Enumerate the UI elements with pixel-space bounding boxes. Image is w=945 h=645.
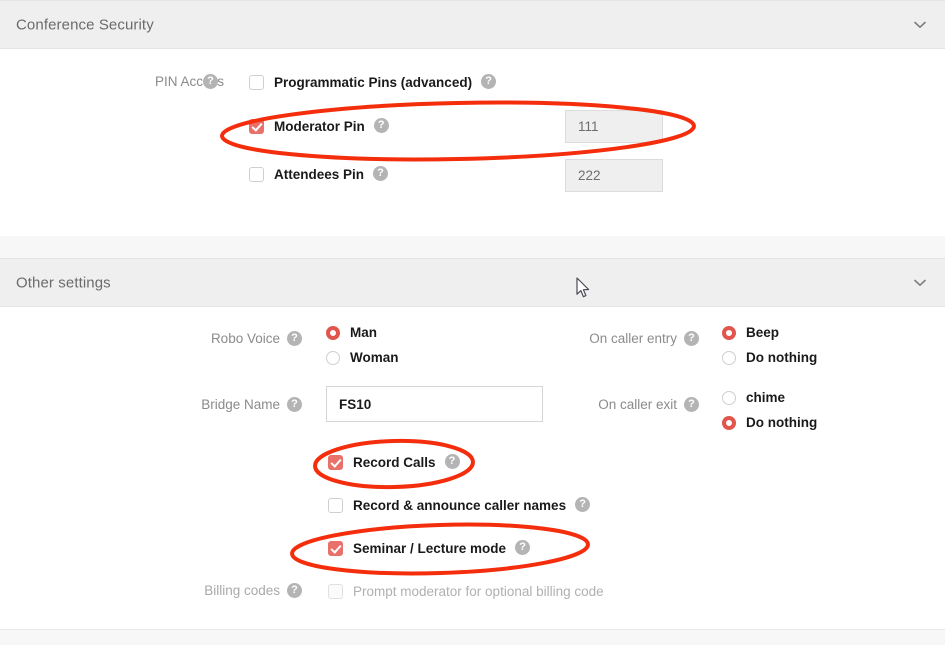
moderator-pin-help-icon[interactable]: ? <box>373 118 389 133</box>
seminar-lecture-mode-label: Seminar / Lecture mode <box>353 541 507 556</box>
checkbox-moderator-pin[interactable]: Moderator Pin ? <box>249 118 389 134</box>
programmatic-pins-label: Programmatic Pins (advanced) <box>274 75 473 90</box>
on-caller-exit-help-icon[interactable]: ? <box>684 397 699 412</box>
chevron-down-icon[interactable] <box>913 18 927 32</box>
attendees-pin-input[interactable] <box>565 159 663 192</box>
radio-robo-voice-man[interactable]: Man <box>326 325 377 340</box>
checkbox-record-announce-caller-names[interactable]: Record & announce caller names ? <box>328 497 591 513</box>
on-caller-exit-do-nothing-radio[interactable] <box>722 415 736 430</box>
record-calls-label: Record Calls <box>353 455 436 470</box>
bridge-name-help-icon[interactable]: ? <box>287 397 302 412</box>
robo-voice-man-label: Man <box>350 325 377 340</box>
attendees-pin-checkbox-box[interactable] <box>249 167 264 182</box>
settings-page: Conference Security PIN Access ? Program… <box>0 0 945 645</box>
other-settings-header[interactable]: Other settings <box>0 258 945 307</box>
moderator-pin-input[interactable] <box>565 110 663 143</box>
prompt-moderator-billing-code-checkbox-box <box>328 584 343 599</box>
programmatic-pins-help-icon[interactable]: ? <box>481 74 497 89</box>
radio-on-caller-entry-beep[interactable]: Beep <box>722 325 779 340</box>
radio-on-caller-exit-do-nothing[interactable]: Do nothing <box>722 415 817 430</box>
other-settings-title: Other settings <box>16 274 111 291</box>
record-announce-caller-names-label: Record & announce caller names <box>353 498 567 513</box>
conference-security-header[interactable]: Conference Security <box>0 0 945 49</box>
radio-on-caller-exit-chime[interactable]: chime <box>722 390 785 405</box>
seminar-lecture-mode-help-icon[interactable]: ? <box>515 540 531 555</box>
programmatic-pins-checkbox-box[interactable] <box>249 75 264 90</box>
record-calls-checkbox-box[interactable] <box>328 455 343 470</box>
on-caller-entry-help-icon[interactable]: ? <box>684 331 699 346</box>
moderator-pin-checkbox-box[interactable] <box>249 119 264 134</box>
on-caller-entry-do-nothing-radio[interactable] <box>722 350 736 365</box>
pin-access-label: PIN Access <box>154 74 224 89</box>
on-caller-exit-chime-radio[interactable] <box>722 390 736 405</box>
checkbox-record-calls[interactable]: Record Calls ? <box>328 454 460 470</box>
attendees-pin-help-icon[interactable]: ? <box>373 166 389 181</box>
robo-voice-woman-radio[interactable] <box>326 350 340 365</box>
radio-robo-voice-woman[interactable]: Woman <box>326 350 399 365</box>
robo-voice-help-icon[interactable]: ? <box>287 331 302 346</box>
bridge-name-label: Bridge Name <box>201 397 280 412</box>
billing-codes-label: Billing codes <box>204 583 280 598</box>
conference-security-body: PIN Access ? Programmatic Pins (advanced… <box>0 49 945 236</box>
robo-voice-woman-label: Woman <box>350 350 399 365</box>
prompt-moderator-billing-code-label: Prompt moderator for optional billing co… <box>353 584 604 599</box>
chevron-down-icon-2[interactable] <box>913 276 927 290</box>
record-announce-caller-names-checkbox-box[interactable] <box>328 498 343 513</box>
attendees-pin-label: Attendees Pin <box>274 167 365 182</box>
record-announce-caller-names-help-icon[interactable]: ? <box>575 497 591 512</box>
on-caller-entry-beep-radio[interactable] <box>722 325 736 340</box>
conference-security-title: Conference Security <box>16 16 154 33</box>
record-calls-help-icon[interactable]: ? <box>444 454 460 469</box>
billing-codes-help-icon[interactable]: ? <box>287 583 302 598</box>
robo-voice-label: Robo Voice <box>210 331 280 346</box>
on-caller-entry-do-nothing-label: Do nothing <box>746 350 818 365</box>
checkbox-programmatic-pins[interactable]: Programmatic Pins (advanced) ? <box>249 74 497 90</box>
on-caller-entry-beep-label: Beep <box>746 325 780 340</box>
on-caller-exit-label: On caller exit <box>598 397 677 412</box>
robo-voice-man-radio[interactable] <box>326 325 340 340</box>
bottom-divider <box>0 629 945 630</box>
checkbox-prompt-moderator-billing-code: Prompt moderator for optional billing co… <box>328 584 604 599</box>
seminar-lecture-mode-checkbox-box[interactable] <box>328 541 343 556</box>
checkbox-seminar-lecture-mode[interactable]: Seminar / Lecture mode ? <box>328 540 531 556</box>
other-settings-body: Robo Voice ? Man Woman On caller entry ?… <box>0 307 945 629</box>
checkbox-attendees-pin[interactable]: Attendees Pin ? <box>249 166 389 182</box>
on-caller-exit-do-nothing-label: Do nothing <box>746 415 818 430</box>
on-caller-entry-label: On caller entry <box>589 331 677 346</box>
pin-access-help-icon[interactable]: ? <box>203 74 218 89</box>
radio-on-caller-entry-do-nothing[interactable]: Do nothing <box>722 350 817 365</box>
moderator-pin-label: Moderator Pin <box>274 119 365 134</box>
on-caller-exit-chime-label: chime <box>746 390 786 405</box>
